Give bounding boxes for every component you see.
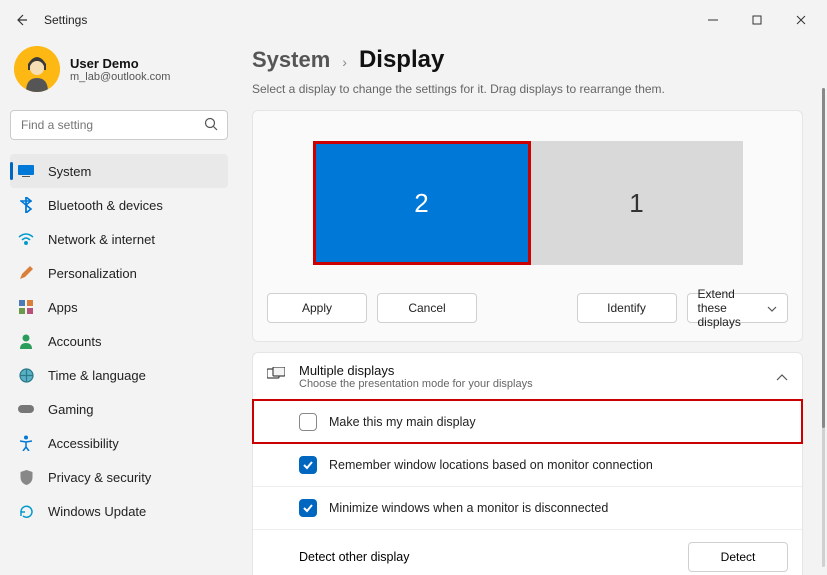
extend-displays-dropdown[interactable]: Extend these displays — [687, 293, 789, 323]
minimize-icon — [708, 15, 718, 25]
sidebar-item-label: Apps — [48, 300, 78, 315]
sidebar-item-privacy[interactable]: Privacy & security — [10, 460, 228, 494]
close-icon — [796, 15, 806, 25]
gamepad-icon — [18, 401, 34, 417]
displays-icon — [267, 367, 285, 386]
search-input[interactable] — [10, 110, 228, 140]
sidebar-item-label: System — [48, 164, 91, 179]
extend-label: Extend these displays — [698, 287, 768, 329]
window-title: Settings — [44, 13, 87, 27]
sidebar-item-label: Privacy & security — [48, 470, 151, 485]
chevron-right-icon: › — [342, 54, 347, 70]
back-button[interactable] — [4, 3, 38, 37]
sidebar: User Demo m_lab@outlook.com System Bluet… — [0, 40, 238, 575]
avatar — [14, 46, 60, 92]
sidebar-item-time[interactable]: Time & language — [10, 358, 228, 392]
sidebar-item-label: Personalization — [48, 266, 137, 281]
sidebar-item-accessibility[interactable]: Accessibility — [10, 426, 228, 460]
shield-icon — [18, 469, 34, 485]
chevron-up-icon — [776, 368, 788, 386]
detect-button[interactable]: Detect — [688, 542, 788, 572]
globe-icon — [18, 367, 34, 383]
page-title: Display — [359, 46, 444, 74]
system-icon — [18, 163, 34, 179]
maximize-button[interactable] — [735, 3, 779, 37]
maximize-icon — [752, 15, 762, 25]
update-icon — [18, 503, 34, 519]
option-label: Make this my main display — [329, 415, 476, 429]
close-button[interactable] — [779, 3, 823, 37]
option-remember-locations[interactable]: Remember window locations based on monit… — [253, 443, 802, 486]
sidebar-item-label: Accessibility — [48, 436, 119, 451]
accessibility-icon — [18, 435, 34, 451]
cancel-button[interactable]: Cancel — [377, 293, 477, 323]
bluetooth-icon — [18, 197, 34, 213]
scrollbar-thumb[interactable] — [822, 88, 825, 428]
chevron-down-icon — [767, 301, 777, 315]
search-icon — [204, 117, 218, 136]
sidebar-item-label: Windows Update — [48, 504, 146, 519]
checkbox-main-display[interactable] — [299, 413, 317, 431]
sidebar-item-accounts[interactable]: Accounts — [10, 324, 228, 358]
sidebar-item-label: Gaming — [48, 402, 94, 417]
sidebar-item-apps[interactable]: Apps — [10, 290, 228, 324]
sidebar-item-bluetooth[interactable]: Bluetooth & devices — [10, 188, 228, 222]
sidebar-item-system[interactable]: System — [10, 154, 228, 188]
profile-name: User Demo — [70, 56, 170, 71]
profile[interactable]: User Demo m_lab@outlook.com — [10, 40, 228, 106]
display-monitor-1[interactable]: 1 — [531, 141, 743, 265]
option-main-display[interactable]: Make this my main display — [253, 400, 802, 443]
wifi-icon — [18, 231, 34, 247]
identify-button[interactable]: Identify — [577, 293, 677, 323]
sidebar-item-gaming[interactable]: Gaming — [10, 392, 228, 426]
multiple-displays-header[interactable]: Multiple displays Choose the presentatio… — [253, 353, 802, 400]
breadcrumb: System › Display — [252, 46, 803, 74]
checkbox-minimize[interactable] — [299, 499, 317, 517]
person-icon — [18, 333, 34, 349]
sidebar-item-label: Time & language — [48, 368, 146, 383]
profile-email: m_lab@outlook.com — [70, 71, 170, 83]
detect-label: Detect other display — [299, 550, 409, 564]
sidebar-item-label: Network & internet — [48, 232, 155, 247]
sidebar-item-update[interactable]: Windows Update — [10, 494, 228, 528]
apps-icon — [18, 299, 34, 315]
window-controls — [691, 3, 823, 37]
arrow-left-icon — [13, 12, 29, 28]
multiple-displays-group: Multiple displays Choose the presentatio… — [252, 352, 803, 575]
option-label: Minimize windows when a monitor is disco… — [329, 501, 608, 515]
option-minimize-disconnect[interactable]: Minimize windows when a monitor is disco… — [253, 486, 802, 529]
sidebar-item-label: Accounts — [48, 334, 101, 349]
page-subtext: Select a display to change the settings … — [252, 82, 803, 96]
sidebar-item-personalization[interactable]: Personalization — [10, 256, 228, 290]
brush-icon — [18, 265, 34, 281]
checkbox-remember[interactable] — [299, 456, 317, 474]
detect-row: Detect other display Detect — [253, 529, 802, 575]
group-subtitle: Choose the presentation mode for your di… — [299, 378, 533, 390]
option-label: Remember window locations based on monit… — [329, 458, 653, 472]
apply-button[interactable]: Apply — [267, 293, 367, 323]
display-monitor-2[interactable]: 2 — [313, 141, 531, 265]
titlebar: Settings — [0, 0, 827, 40]
sidebar-item-label: Bluetooth & devices — [48, 198, 163, 213]
minimize-button[interactable] — [691, 3, 735, 37]
breadcrumb-parent[interactable]: System — [252, 47, 330, 73]
main-content: System › Display Select a display to cha… — [238, 40, 827, 575]
group-title: Multiple displays — [299, 363, 533, 378]
search-wrap — [10, 110, 228, 140]
sidebar-item-network[interactable]: Network & internet — [10, 222, 228, 256]
display-arrange-panel: 2 1 Apply Cancel Identify Extend these d… — [252, 110, 803, 342]
